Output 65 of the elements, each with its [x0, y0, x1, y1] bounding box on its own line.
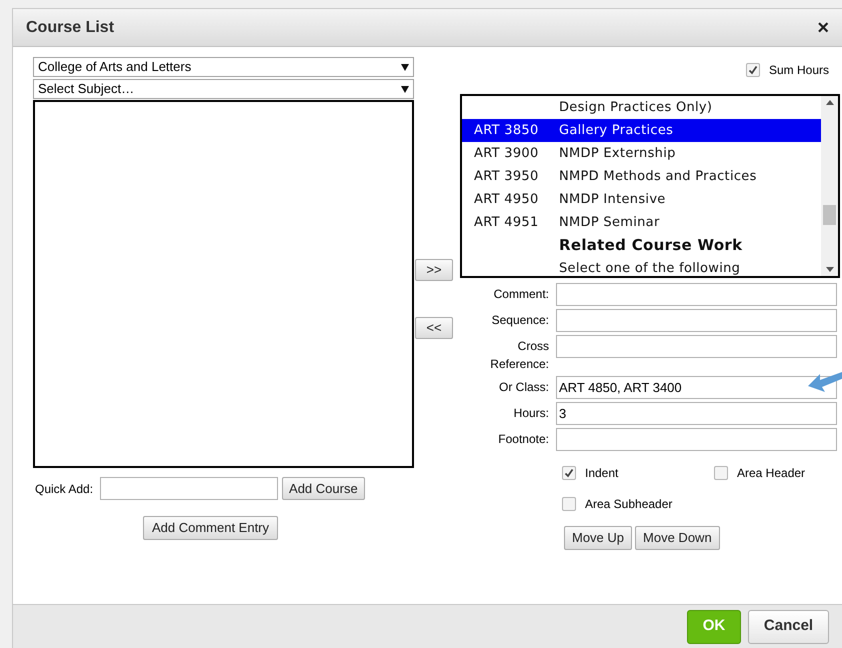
move-down-button[interactable]: Move Down — [635, 526, 720, 550]
course-title: Gallery Practices — [559, 122, 674, 140]
course-list-box[interactable] — [33, 100, 414, 468]
scroll-thumb[interactable] — [823, 205, 836, 225]
checkbox[interactable] — [746, 63, 760, 77]
field-label: Or Class: — [498, 379, 549, 396]
dropdown-value: College of Arts and Letters — [38, 58, 192, 76]
course-title: Design Practices Only) — [559, 98, 712, 117]
scroll-down-icon — [826, 267, 834, 272]
text-field[interactable]: ART 4850, ART 3400 — [556, 376, 837, 399]
option-label: Area Header — [737, 465, 806, 482]
course-row[interactable]: Select one of the following — [462, 257, 821, 276]
add-button[interactable]: >> — [415, 259, 453, 281]
dropdown-value: Select Subject… — [38, 80, 134, 98]
field-label: Hours: — [512, 405, 549, 422]
course-row[interactable]: ART 3900 NMDP Externship — [462, 142, 821, 165]
course-title: NMDP Seminar — [559, 214, 660, 232]
sum-hours-label: Sum Hours — [768, 62, 829, 79]
course-title: NMDP Externship — [559, 144, 676, 163]
field-label: Sequence: — [490, 312, 549, 329]
course-title: NMPD Methods and Practices — [559, 168, 757, 186]
checkmark-icon — [748, 65, 758, 75]
course-row[interactable]: ART 3850 Gallery Practices — [462, 119, 821, 142]
text-field[interactable] — [556, 309, 837, 332]
text-field[interactable] — [556, 283, 837, 306]
add-comment-button[interactable]: Add Comment Entry — [142, 516, 278, 540]
move-up-button[interactable]: Move Up — [564, 526, 632, 550]
course-code: ART 3850 — [474, 122, 539, 138]
course-code: ART 4950 — [474, 192, 539, 207]
quick-add-field[interactable] — [100, 477, 278, 500]
course-row[interactable]: ART 4951 NMDP Seminar — [462, 211, 821, 234]
text-field[interactable]: 3 — [556, 402, 837, 425]
subject-dropdown[interactable]: Select Subject… — [33, 79, 414, 99]
course-row[interactable]: ART 4950 NMDP Intensive — [462, 188, 821, 211]
course-code: ART 4951 — [474, 214, 539, 230]
course-title: NMDP Intensive — [559, 190, 666, 209]
section-heading: Related Course Work — [559, 235, 742, 256]
checkbox[interactable] — [714, 466, 728, 480]
course-row[interactable]: ART 3950 NMPD Methods and Practices — [462, 165, 821, 188]
cancel-button[interactable]: Cancel — [748, 610, 829, 644]
field-label: Cross Reference: — [489, 338, 549, 373]
caret-icon — [401, 63, 409, 71]
course-row[interactable]: Related Course Work — [462, 234, 821, 257]
caret-icon — [401, 85, 409, 93]
field-label: Footnote: — [497, 431, 549, 448]
option-label: Indent — [585, 465, 618, 482]
close-button[interactable]: × — [817, 18, 829, 38]
course-code: ART 3950 — [474, 168, 539, 184]
field-label: Comment: — [492, 286, 549, 303]
course-row[interactable]: Design Practices Only) — [462, 96, 821, 119]
remove-button[interactable]: << — [415, 317, 453, 339]
checkbox[interactable] — [562, 466, 576, 480]
selected-courses-list[interactable] — [460, 94, 840, 278]
text-field[interactable] — [556, 428, 837, 451]
checkbox[interactable] — [562, 497, 576, 511]
add-course-button[interactable]: Add Course — [282, 477, 365, 500]
option-label: Area Subheader — [585, 496, 672, 513]
scroll-up-icon — [826, 100, 834, 105]
course-code: ART 3900 — [474, 146, 539, 161]
quick-add-label: Quick Add: — [35, 480, 94, 498]
course-title: Select one of the following — [559, 260, 740, 276]
checkmark-icon — [564, 468, 574, 478]
text-field[interactable] — [556, 335, 837, 358]
college-dropdown[interactable]: College of Arts and Letters — [33, 57, 414, 77]
window-title: Course List — [26, 18, 114, 38]
